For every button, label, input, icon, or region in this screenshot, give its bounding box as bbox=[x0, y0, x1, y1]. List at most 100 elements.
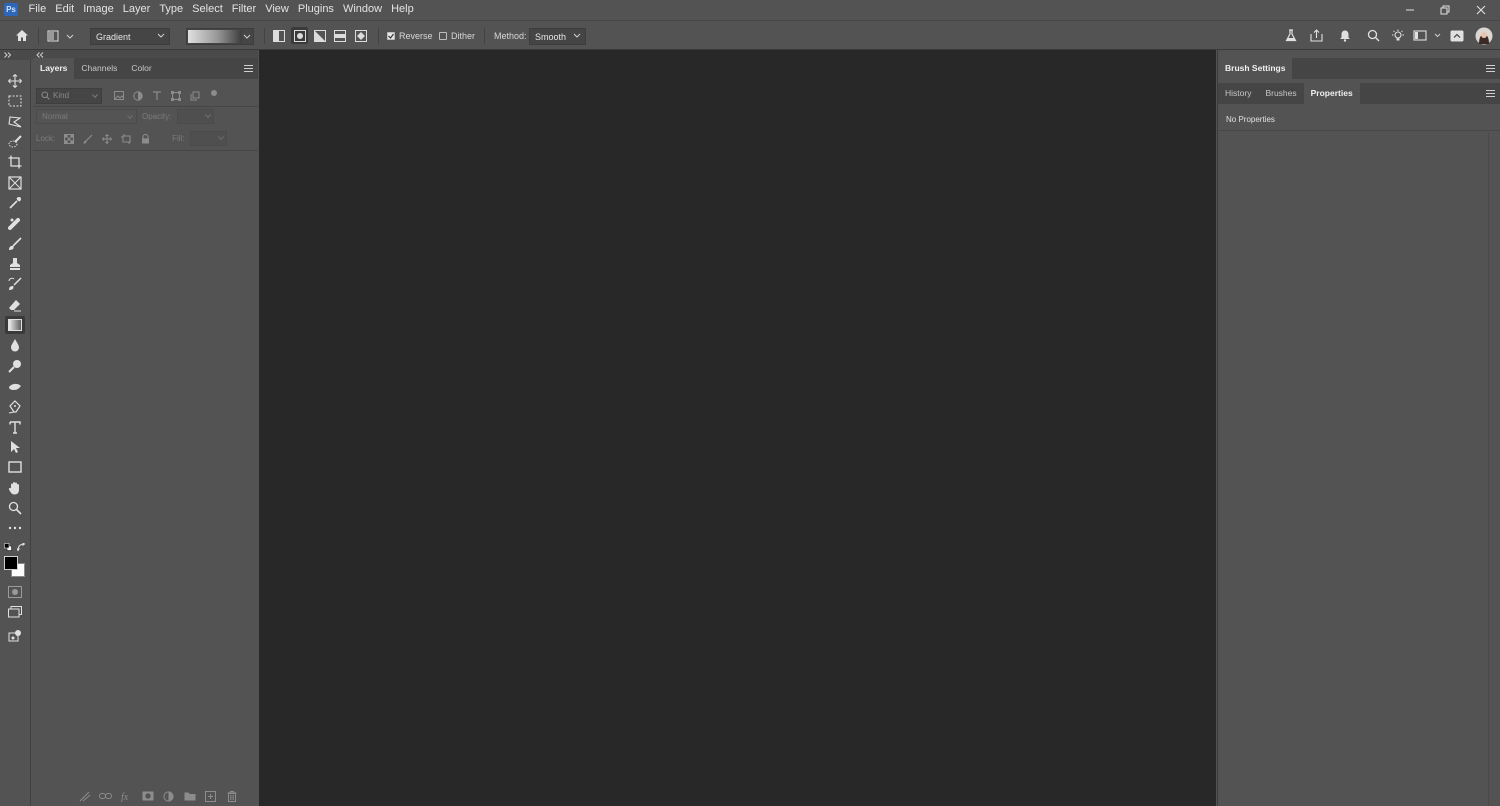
tab-channels[interactable]: Channels bbox=[74, 58, 124, 79]
home-button[interactable] bbox=[12, 21, 32, 50]
eraser-tool[interactable] bbox=[5, 296, 25, 314]
swap-colors-icon[interactable] bbox=[17, 543, 26, 552]
frame-tool[interactable] bbox=[5, 174, 25, 192]
menu-help[interactable]: Help bbox=[387, 0, 419, 19]
edit-toolbar-button[interactable] bbox=[5, 627, 25, 645]
dodge-tool[interactable] bbox=[5, 357, 25, 375]
close-button[interactable] bbox=[1466, 0, 1496, 19]
add-layer-mask-button[interactable] bbox=[137, 788, 158, 804]
menu-layer[interactable]: Layer bbox=[118, 0, 155, 19]
document-canvas-area[interactable] bbox=[259, 50, 1216, 806]
gradient-editor-swatch[interactable] bbox=[186, 28, 254, 45]
search-button[interactable] bbox=[1365, 21, 1381, 50]
spot-healing-tool[interactable] bbox=[5, 214, 25, 232]
panel-menu-icon[interactable] bbox=[1486, 90, 1495, 97]
rectangle-tool[interactable] bbox=[5, 458, 25, 476]
fill-field[interactable] bbox=[189, 131, 227, 146]
menu-window[interactable]: Window bbox=[338, 0, 386, 19]
labs-button[interactable] bbox=[1283, 21, 1299, 50]
tab-properties[interactable]: Properties bbox=[1303, 83, 1360, 104]
brush-tool[interactable] bbox=[5, 235, 25, 253]
filter-type-layers-button[interactable] bbox=[149, 89, 165, 103]
tab-brushes[interactable]: Brushes bbox=[1258, 83, 1303, 104]
screen-mode-button[interactable] bbox=[5, 603, 25, 621]
menu-select[interactable]: Select bbox=[188, 0, 228, 19]
linear-gradient-button[interactable] bbox=[271, 21, 287, 50]
user-avatar[interactable] bbox=[1474, 21, 1494, 50]
filter-adjustment-layers-button[interactable] bbox=[130, 89, 146, 103]
photoshop-logo-icon[interactable]: Ps bbox=[4, 3, 18, 16]
tab-color[interactable]: Color bbox=[124, 58, 158, 79]
more-tools-button[interactable] bbox=[5, 519, 25, 537]
tab-brush-settings[interactable]: Brush Settings bbox=[1218, 58, 1293, 79]
default-colors-icon[interactable] bbox=[4, 543, 12, 551]
move-tool[interactable] bbox=[5, 72, 25, 90]
quick-mask-button[interactable] bbox=[5, 583, 25, 601]
tool-preset-picker[interactable] bbox=[46, 21, 76, 50]
lock-image-pixels-button[interactable] bbox=[80, 132, 96, 146]
quick-selection-tool[interactable] bbox=[5, 133, 25, 151]
diamond-gradient-button[interactable] bbox=[353, 21, 369, 50]
menu-image[interactable]: Image bbox=[79, 0, 119, 19]
filter-shape-layers-button[interactable] bbox=[168, 89, 184, 103]
tab-history[interactable]: History bbox=[1218, 83, 1258, 104]
minimize-button[interactable] bbox=[1395, 0, 1425, 19]
method-select[interactable]: Smooth bbox=[529, 28, 586, 45]
filter-smart-objects-button[interactable] bbox=[187, 89, 203, 103]
clone-stamp-tool[interactable] bbox=[5, 255, 25, 273]
filter-kind-select[interactable]: Kind bbox=[36, 87, 102, 104]
lock-position-button[interactable] bbox=[99, 132, 115, 146]
lasso-tool[interactable] bbox=[5, 113, 25, 131]
menu-plugins[interactable]: Plugins bbox=[293, 0, 338, 19]
smudge-tool[interactable] bbox=[5, 377, 25, 395]
blur-tool[interactable] bbox=[5, 336, 25, 354]
reflected-gradient-button[interactable] bbox=[332, 21, 348, 50]
gradient-tool[interactable] bbox=[5, 316, 25, 334]
share-button[interactable] bbox=[1308, 21, 1324, 50]
expand-panels-icon[interactable] bbox=[4, 52, 12, 58]
tab-layers[interactable]: Layers bbox=[33, 58, 75, 79]
cloud-docs-button[interactable] bbox=[1449, 21, 1465, 50]
pen-tool[interactable] bbox=[5, 398, 25, 416]
menu-view[interactable]: View bbox=[261, 0, 294, 19]
workspace-switcher[interactable] bbox=[1413, 21, 1443, 50]
restore-button[interactable] bbox=[1430, 0, 1460, 19]
foreground-color-swatch[interactable] bbox=[4, 556, 18, 570]
eyedropper-tool[interactable] bbox=[5, 194, 25, 212]
reverse-checkbox[interactable]: Reverse bbox=[387, 21, 433, 50]
panel-menu-icon[interactable] bbox=[244, 65, 253, 72]
zoom-tool[interactable] bbox=[5, 499, 25, 517]
discover-button[interactable] bbox=[1390, 21, 1406, 50]
notifications-button[interactable] bbox=[1337, 21, 1353, 50]
menu-edit[interactable]: Edit bbox=[51, 0, 79, 19]
delete-layer-button[interactable] bbox=[221, 788, 242, 804]
filter-toggle-button[interactable] bbox=[206, 89, 222, 103]
radial-gradient-button[interactable] bbox=[291, 21, 308, 50]
lock-transparent-pixels-button[interactable] bbox=[61, 132, 77, 146]
gradient-preset-select[interactable]: Gradient bbox=[90, 28, 170, 45]
path-selection-tool[interactable] bbox=[5, 438, 25, 456]
properties-scrollbar[interactable] bbox=[1488, 133, 1489, 806]
new-group-button[interactable] bbox=[179, 788, 200, 804]
menu-type[interactable]: Type bbox=[155, 0, 188, 19]
opacity-field[interactable] bbox=[177, 109, 214, 124]
marquee-tool[interactable] bbox=[5, 92, 25, 110]
blend-mode-select[interactable]: Normal bbox=[36, 109, 137, 124]
link-layers-button[interactable] bbox=[95, 788, 116, 804]
panel-menu-icon[interactable] bbox=[1486, 65, 1495, 72]
lock-artboard-button[interactable] bbox=[118, 132, 134, 146]
history-brush-tool[interactable] bbox=[5, 275, 25, 293]
hand-tool[interactable] bbox=[5, 479, 25, 497]
dither-checkbox[interactable]: Dither bbox=[439, 21, 475, 50]
menu-file[interactable]: File bbox=[24, 0, 51, 19]
crop-tool[interactable] bbox=[5, 153, 25, 171]
link-layers-fx-button[interactable] bbox=[74, 788, 95, 804]
new-layer-button[interactable] bbox=[200, 788, 221, 804]
lock-all-button[interactable] bbox=[137, 132, 153, 146]
add-layer-style-button[interactable]: fx bbox=[116, 788, 137, 804]
new-adjustment-layer-button[interactable] bbox=[158, 788, 179, 804]
angle-gradient-button[interactable] bbox=[312, 21, 328, 50]
filter-pixel-layers-button[interactable] bbox=[111, 89, 127, 103]
type-tool[interactable] bbox=[5, 418, 25, 436]
menu-filter[interactable]: Filter bbox=[227, 0, 260, 19]
